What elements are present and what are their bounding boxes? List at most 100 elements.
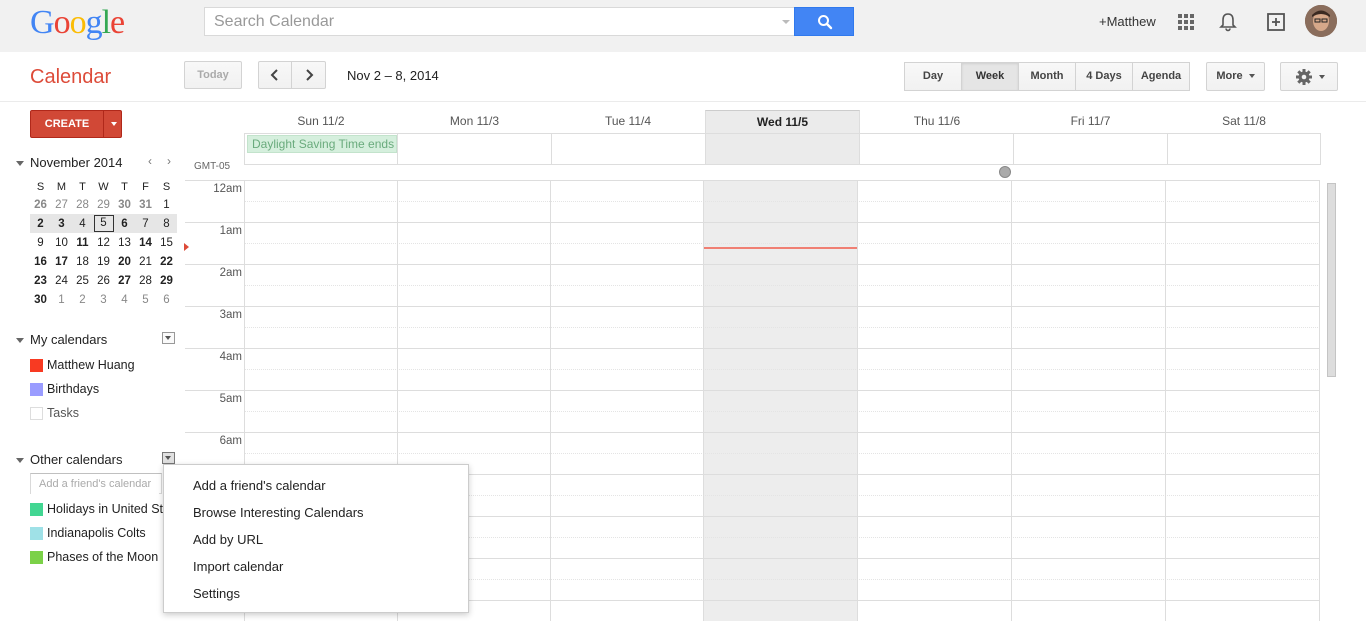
menu-item-import-calendar[interactable]: Import calendar [193, 559, 283, 574]
calendar-color-swatch[interactable] [30, 527, 43, 540]
mini-calendar-day[interactable]: 23 [30, 271, 51, 290]
other-calendars-menu-button[interactable] [162, 452, 175, 464]
mini-calendar-day[interactable]: 19 [93, 252, 114, 271]
all-day-cell[interactable] [860, 134, 1014, 164]
mini-calendar-day[interactable]: 11 [72, 233, 93, 252]
mini-calendar-day[interactable]: 25 [72, 271, 93, 290]
search-button[interactable] [794, 7, 854, 36]
my-calendars-menu-button[interactable] [162, 332, 175, 344]
search-input[interactable] [205, 8, 765, 35]
more-button[interactable]: More [1206, 62, 1265, 91]
mini-calendar-day[interactable]: 27 [51, 195, 72, 214]
collapse-my-calendars-icon[interactable] [16, 338, 24, 343]
hour-row[interactable]: 4am [185, 349, 1320, 391]
mini-calendar-day[interactable]: 4 [72, 214, 93, 233]
apps-grid-icon[interactable] [1178, 14, 1194, 30]
day-header-mon[interactable]: Mon 11/3 [398, 110, 551, 133]
mini-calendar-day[interactable]: 28 [72, 195, 93, 214]
mini-calendar-day[interactable]: 8 [156, 214, 177, 233]
all-day-row[interactable] [244, 133, 1321, 165]
menu-item-add-friend-calendar[interactable]: Add a friend's calendar [193, 478, 326, 493]
mini-calendar-day[interactable]: 10 [51, 233, 72, 252]
mini-calendar-day[interactable]: 30 [114, 195, 135, 214]
all-day-cell[interactable] [398, 134, 552, 164]
day-header-sun[interactable]: Sun 11/2 [244, 110, 398, 133]
view-day-button[interactable]: Day [904, 62, 962, 91]
previous-button[interactable] [258, 61, 292, 89]
mini-calendar-day[interactable]: 3 [51, 214, 72, 233]
mini-calendar-day[interactable]: 18 [72, 252, 93, 271]
mini-calendar-day[interactable]: 15 [156, 233, 177, 252]
calendar-color-swatch[interactable] [30, 503, 43, 516]
view-4days-button[interactable]: 4 Days [1075, 62, 1133, 91]
mini-calendar-day[interactable]: 13 [114, 233, 135, 252]
collapse-other-calendars-icon[interactable] [16, 458, 24, 463]
day-header-sat[interactable]: Sat 11/8 [1167, 110, 1321, 133]
search-options-caret-icon[interactable] [782, 20, 790, 24]
next-button[interactable] [292, 61, 326, 89]
mini-calendar-day[interactable]: 24 [51, 271, 72, 290]
hour-row[interactable]: 2am [185, 265, 1320, 307]
view-month-button[interactable]: Month [1018, 62, 1076, 91]
menu-item-settings[interactable]: Settings [193, 586, 240, 601]
menu-item-add-by-url[interactable]: Add by URL [193, 532, 263, 547]
mini-calendar-day[interactable]: 16 [30, 252, 51, 271]
mini-calendar-day[interactable]: 7 [135, 214, 156, 233]
mini-calendar-day[interactable]: 1 [51, 290, 72, 309]
menu-item-browse-interesting-calendars[interactable]: Browse Interesting Calendars [193, 505, 364, 520]
mini-calendar-day[interactable]: 3 [93, 290, 114, 309]
mini-calendar-day[interactable]: 22 [156, 252, 177, 271]
settings-button[interactable] [1280, 62, 1338, 91]
mini-calendar-day[interactable]: 9 [30, 233, 51, 252]
mini-calendar-day[interactable]: 6 [156, 290, 177, 309]
mini-calendar-day[interactable]: 29 [156, 271, 177, 290]
create-dropdown-arrow-icon[interactable] [111, 122, 117, 126]
mini-calendar-month-title[interactable]: November 2014 [30, 155, 123, 170]
mini-calendar-day[interactable]: 20 [114, 252, 135, 271]
add-friend-calendar-input[interactable] [31, 474, 159, 494]
my-calendars-title[interactable]: My calendars [30, 332, 107, 347]
day-header-fri[interactable]: Fri 11/7 [1014, 110, 1167, 133]
mini-calendar-day[interactable]: 2 [72, 290, 93, 309]
calendar-color-swatch[interactable] [30, 359, 43, 372]
day-header-tue[interactable]: Tue 11/4 [551, 110, 705, 133]
create-button[interactable]: CREATE [30, 110, 122, 138]
bell-icon[interactable] [1218, 12, 1238, 32]
mini-calendar-next-icon[interactable]: › [167, 154, 171, 168]
collapse-mini-calendar-icon[interactable] [16, 161, 24, 166]
view-week-button[interactable]: Week [961, 62, 1019, 91]
hour-row[interactable]: 5am [185, 391, 1320, 433]
mini-calendar-day[interactable]: 1 [156, 195, 177, 214]
mini-calendar-today[interactable]: 5 [93, 214, 114, 233]
mini-calendar-day[interactable]: 30 [30, 290, 51, 309]
all-day-cell-today[interactable] [706, 134, 860, 164]
today-button[interactable]: Today [184, 61, 242, 89]
mini-calendar-day[interactable]: 26 [30, 195, 51, 214]
mini-calendar-day[interactable]: 21 [135, 252, 156, 271]
other-calendars-title[interactable]: Other calendars [30, 452, 123, 467]
mini-calendar-day[interactable]: 29 [93, 195, 114, 214]
globe-icon[interactable] [999, 166, 1011, 178]
mini-calendar-prev-icon[interactable]: ‹ [148, 154, 152, 168]
mini-calendar-day[interactable]: 4 [114, 290, 135, 309]
mini-calendar-day[interactable]: 14 [135, 233, 156, 252]
hour-row[interactable]: 3am [185, 307, 1320, 349]
all-day-cell[interactable] [1014, 134, 1168, 164]
view-agenda-button[interactable]: Agenda [1132, 62, 1190, 91]
mini-calendar-day[interactable]: 26 [93, 271, 114, 290]
mini-calendar-day[interactable]: 2 [30, 214, 51, 233]
mini-calendar-day[interactable]: 6 [114, 214, 135, 233]
user-profile-link[interactable]: +Matthew [1099, 14, 1156, 29]
calendar-color-swatch[interactable] [30, 383, 43, 396]
mini-calendar-day[interactable]: 12 [93, 233, 114, 252]
mini-calendar-day[interactable]: 17 [51, 252, 72, 271]
add-share-icon[interactable] [1266, 12, 1286, 32]
mini-calendar-day[interactable]: 5 [135, 290, 156, 309]
calendar-color-swatch[interactable] [30, 407, 43, 420]
all-day-cell[interactable] [552, 134, 706, 164]
day-header-wed-today[interactable]: Wed 11/5 [705, 110, 860, 133]
avatar[interactable] [1305, 5, 1337, 37]
day-header-thu[interactable]: Thu 11/6 [860, 110, 1014, 133]
hour-row[interactable]: 12am [185, 181, 1320, 223]
calendar-color-swatch[interactable] [30, 551, 43, 564]
